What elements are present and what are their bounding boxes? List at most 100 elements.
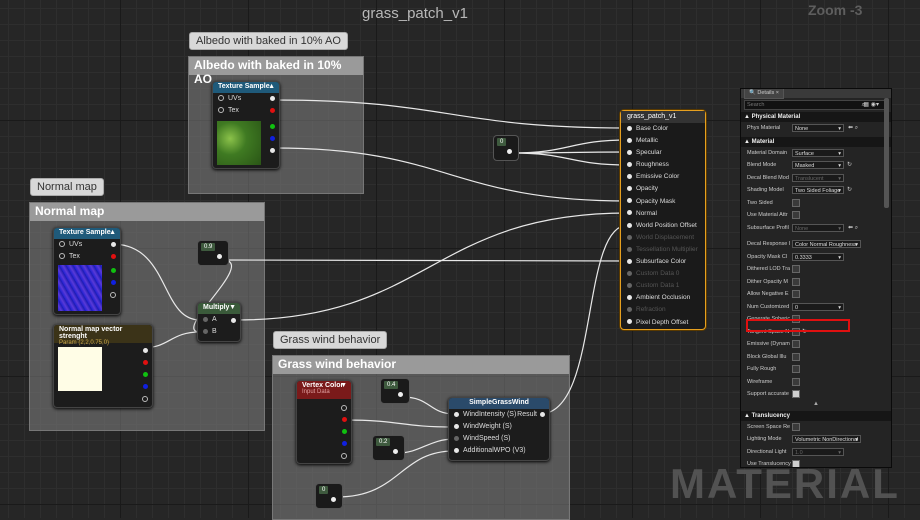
screen-space-reflections-checkbox[interactable] <box>792 422 800 431</box>
material-pin-label: World Position Offset <box>636 221 697 229</box>
material-pin-row[interactable]: Specular <box>621 147 705 159</box>
view-options-icon[interactable]: ▦ ◉▾ <box>863 101 879 109</box>
section-material[interactable]: ▲ Material <box>741 136 891 147</box>
material-input-pin[interactable] <box>627 258 632 264</box>
wireframe-checkbox[interactable] <box>792 377 800 386</box>
material-input-pin[interactable] <box>627 186 632 192</box>
albedo-texture-node[interactable]: Texture Sample ▲ UVs Tex <box>212 81 280 169</box>
material-pin-row[interactable]: Emissive Color <box>621 171 705 183</box>
normal-comment-bubble[interactable]: Normal map <box>30 178 104 196</box>
multiply-node[interactable]: Multiply ▼ A B <box>197 302 241 342</box>
material-pin-row[interactable]: Custom Data 1 <box>621 280 705 292</box>
material-input-pin[interactable] <box>627 137 632 143</box>
material-input-pin[interactable] <box>627 198 632 204</box>
dithered-lod-checkbox[interactable] <box>792 265 800 273</box>
material-pin-row[interactable]: Tessellation Multiplier <box>621 244 705 256</box>
vertex-color-node[interactable]: Vertex Color ▼ Input Data <box>296 380 352 464</box>
blend-mode-select[interactable]: Masked ▾ <box>792 161 844 169</box>
material-pin-row[interactable]: Opacity Mask <box>621 196 705 208</box>
normal-texture-node[interactable]: Texture Sample ▲ UVs Tex <box>53 227 121 315</box>
use-material-attributes-checkbox[interactable] <box>792 211 800 219</box>
details-search-input[interactable]: Search ⌕ ▦ ◉▾ <box>744 100 888 110</box>
material-input-pin[interactable] <box>627 307 632 313</box>
details-panel[interactable]: 🔍 Details × Search ⌕ ▦ ◉▾ ▲ Physical Mat… <box>740 88 892 468</box>
chevron-down-icon[interactable]: ▾ <box>838 254 841 260</box>
details-tab[interactable]: 🔍 Details × <box>744 89 784 99</box>
material-domain-select[interactable]: Surface ▾ <box>792 148 844 157</box>
const-wpo-node[interactable]: 0 <box>315 483 343 509</box>
material-pin-row[interactable]: Opacity <box>621 183 705 195</box>
material-input-pin[interactable] <box>627 125 632 131</box>
simple-grass-wind-node[interactable]: SimpleGrassWind WindIntensity (S) Result… <box>448 397 550 461</box>
material-input-pin[interactable] <box>627 210 632 216</box>
section-translucency[interactable]: ▲ Translucency <box>741 410 891 421</box>
opacity-clip-input[interactable]: 0.3333 ▾ <box>792 252 844 261</box>
albedo-comment-bubble[interactable]: Albedo with baked in 10% AO <box>189 32 348 50</box>
material-input-pin[interactable] <box>627 246 632 252</box>
details-scrollbar[interactable] <box>884 98 889 208</box>
decal-response-select[interactable]: Color Normal Roughness ▾ <box>792 240 861 248</box>
material-pin-row[interactable]: Metallic <box>621 135 705 147</box>
const-wind-speed-node[interactable]: 0.2 <box>372 435 405 461</box>
block-gi-checkbox[interactable] <box>792 352 800 361</box>
material-pin-label: Refraction <box>636 306 666 314</box>
normal-texture-header: Texture Sample ▲ <box>54 228 120 239</box>
use-translucency-checkbox[interactable] <box>792 460 800 467</box>
directional-light-input[interactable]: 1.0 ▾ <box>792 447 844 456</box>
material-pin-row[interactable]: Roughness <box>621 159 705 171</box>
chevron-down-icon[interactable]: ▾ <box>838 304 841 310</box>
albedo-comment-header: Albedo with baked in 10% AO <box>189 57 363 86</box>
advanced-expander-icon[interactable]: ▲ <box>741 401 891 409</box>
fully-rough-checkbox[interactable] <box>792 365 800 373</box>
chevron-down-icon[interactable]: ▾ <box>838 449 841 455</box>
material-pin-row[interactable]: Custom Data 0 <box>621 268 705 280</box>
allow-negative-checkbox[interactable] <box>792 290 800 298</box>
material-pin-row[interactable]: Normal <box>621 208 705 220</box>
section-physical-material[interactable]: ▲ Physical Material <box>741 112 891 122</box>
chevron-down-icon[interactable]: ▾ <box>838 150 841 156</box>
material-input-pin[interactable] <box>627 283 632 288</box>
material-pin-row[interactable]: World Position Offset <box>621 220 705 232</box>
material-pin-label: Opacity <box>636 185 659 193</box>
chevron-down-icon[interactable]: ▾ <box>838 225 841 231</box>
material-pin-row[interactable]: World Displacement <box>621 232 705 244</box>
material-pin-label: Base Color <box>636 125 669 132</box>
material-pin-row[interactable]: Refraction <box>621 304 705 316</box>
wind-comment-bubble[interactable]: Grass wind behavior <box>273 331 388 349</box>
const-metallic-node[interactable]: 0 <box>493 135 519 161</box>
material-input-pin[interactable] <box>627 234 632 240</box>
chevron-down-icon[interactable]: ▾ <box>855 436 858 442</box>
material-input-pin[interactable] <box>627 270 632 276</box>
emissive-dynamic-checkbox[interactable] <box>792 340 800 348</box>
lighting-mode-select[interactable]: Volumetric NonDirectional ▾ <box>792 435 861 443</box>
phys-material-select[interactable]: None ▾ <box>792 124 844 132</box>
material-input-pin[interactable] <box>627 162 632 168</box>
material-pin-row[interactable]: Subsurface Color <box>621 256 705 268</box>
chevron-down-icon[interactable]: ▾ <box>855 241 858 247</box>
decal-blend-select[interactable]: Translucent ▾ <box>792 173 844 182</box>
material-input-pin[interactable] <box>627 295 632 301</box>
shading-model-select[interactable]: Two Sided Foliage ▾ <box>792 186 844 194</box>
material-input-pin[interactable] <box>627 319 632 325</box>
chevron-down-icon[interactable]: ▾ <box>838 187 841 193</box>
material-pin-row[interactable]: Pixel Depth Offset <box>621 317 705 329</box>
material-output-node[interactable]: grass_patch_v1 Base Color Metallic Specula… <box>620 110 706 330</box>
num-customized-input[interactable]: 0 ▾ <box>792 302 844 311</box>
material-input-pin[interactable] <box>627 174 632 180</box>
material-pin-row[interactable]: Base Color <box>621 123 705 135</box>
chevron-down-icon[interactable]: ▾ <box>838 125 841 131</box>
chevron-down-icon[interactable]: ▾ <box>838 175 841 181</box>
vertex-color-subtitle: Input Data <box>302 389 330 395</box>
dither-opacity-checkbox[interactable] <box>792 277 800 286</box>
const-normal-strength-node[interactable]: 0.9 <box>197 240 229 266</box>
two-sided-checkbox[interactable] <box>792 198 800 207</box>
material-input-pin[interactable] <box>627 149 632 155</box>
support-accurate-velocities-checkbox[interactable] <box>792 390 800 398</box>
normal-vector-param-node[interactable]: Normal map vector strenght Param (2,2,0.… <box>53 324 153 408</box>
const-wind-intensity-node[interactable]: 0.4 <box>380 378 410 404</box>
chevron-down-icon[interactable]: ▾ <box>838 162 841 168</box>
material-input-pin[interactable] <box>627 222 632 228</box>
material-pin-row[interactable]: Ambient Occlusion <box>621 292 705 304</box>
subsurface-profile-select[interactable]: None ▾ <box>792 223 844 232</box>
material-pin-label: Roughness <box>636 161 669 169</box>
